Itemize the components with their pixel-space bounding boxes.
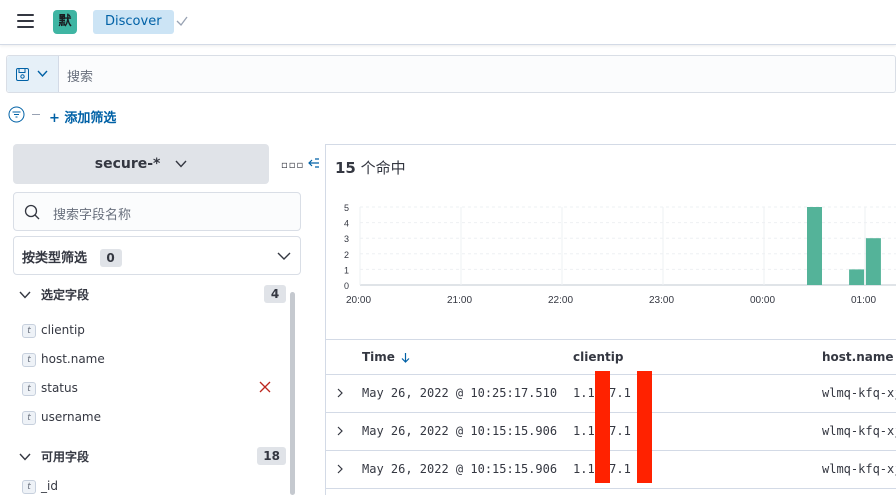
- sidebar-scrollbar[interactable]: [290, 292, 295, 495]
- hits-counter: 15 个命中: [335, 157, 406, 178]
- chevron-down-icon: [19, 453, 31, 461]
- x-tick-label: 01:00: [851, 295, 876, 306]
- string-type-icon: t: [22, 353, 36, 367]
- field-item-status[interactable]: t status: [22, 379, 278, 399]
- y-tick-label: 4: [344, 219, 349, 229]
- field-search-input[interactable]: 搜索字段名称: [13, 192, 301, 231]
- column-header-host-name[interactable]: host.name: [822, 350, 894, 364]
- redaction-mark: [637, 371, 652, 483]
- column-header-clientip[interactable]: clientip: [573, 350, 623, 364]
- x-tick-label: 20:00: [346, 295, 371, 306]
- selected-fields-title: 选定字段: [41, 288, 90, 302]
- string-type-icon: t: [22, 411, 36, 425]
- filter-icon[interactable]: [8, 106, 25, 123]
- cell-host: wlmq-kfq-xj: [822, 462, 896, 476]
- divider: [32, 114, 40, 115]
- x-tick-label: 00:00: [750, 295, 775, 306]
- app-breadcrumb-discover[interactable]: Discover: [93, 10, 174, 34]
- hits-label: 个命中: [355, 159, 406, 177]
- selected-fields-header[interactable]: 选定字段 4: [18, 285, 286, 305]
- sort-down-icon: [401, 352, 410, 363]
- table-header: Time clientip host.name: [326, 339, 896, 375]
- y-tick-label: 5: [344, 203, 349, 213]
- field-name: _id: [41, 479, 58, 493]
- field-item-host-name[interactable]: t host.name: [22, 350, 278, 370]
- filter-by-type-label: 按类型筛选 0: [22, 247, 122, 267]
- histogram-chart[interactable]: 5 4 3 2 1 0 20:00 21:00 22:00 23:00 00:00 01:00: [326, 195, 896, 315]
- space-avatar[interactable]: 默: [53, 10, 77, 34]
- y-tick-label: 1: [344, 265, 349, 275]
- x-tick-label: 23:00: [649, 295, 674, 306]
- x-tick-label: 21:00: [447, 295, 472, 306]
- index-pattern-selector[interactable]: secure-*: [13, 144, 269, 184]
- saved-query-button[interactable]: [7, 56, 59, 92]
- field-search-placeholder: 搜索字段名称: [53, 208, 132, 223]
- y-tick-label: 0: [344, 281, 349, 291]
- chevron-down-icon: [37, 70, 48, 78]
- field-name: username: [41, 410, 101, 424]
- field-item-username[interactable]: t username: [22, 408, 278, 428]
- available-fields-header[interactable]: 可用字段 18: [18, 447, 286, 467]
- index-pattern-label: secure-*: [94, 156, 161, 172]
- histogram-bar[interactable]: [865, 238, 881, 285]
- chevron-down-icon: [19, 291, 31, 299]
- cell-host: wlmq-kfq-xj: [822, 424, 896, 438]
- table-row[interactable]: May 26, 2022 @ 10:15:15.906 1.1 .7.1 wlm…: [326, 413, 896, 451]
- redaction-mark: [595, 371, 610, 483]
- save-icon: [16, 68, 29, 81]
- chevron-right-icon[interactable]: [335, 426, 345, 436]
- table-row[interactable]: May 26, 2022 @ 10:15:15.906 1.1 .7.1 wlm…: [326, 451, 896, 489]
- column-time-label: Time: [362, 350, 395, 364]
- available-fields-title: 可用字段: [41, 450, 90, 464]
- string-type-icon: t: [22, 480, 36, 494]
- results-panel: 15 个命中 5 4 3 2 1 0 20:00 21:00 22:00 23:00 00:00 01…: [325, 144, 896, 495]
- histogram-bar[interactable]: [807, 207, 822, 285]
- y-tick-label: 3: [344, 234, 349, 244]
- add-filter-button[interactable]: + 添加筛选: [49, 107, 116, 126]
- field-sidebar: secure-* ▫▫▫ 搜索字段名称 按类型筛选 0 选定字段 4 t cli…: [0, 140, 320, 495]
- more-options-icon[interactable]: ▫▫▫: [281, 160, 304, 171]
- y-tick-label: 2: [344, 250, 349, 260]
- x-tick-label: 22:00: [548, 295, 573, 306]
- top-header: 默 Discover: [0, 0, 896, 45]
- string-type-icon: t: [22, 382, 36, 396]
- cell-time: May 26, 2022 @ 10:15:15.906: [362, 424, 558, 438]
- histogram-bar[interactable]: [849, 269, 865, 285]
- menu-icon[interactable]: [17, 14, 34, 28]
- field-name: status: [41, 381, 78, 395]
- available-fields-count: 18: [257, 447, 286, 465]
- field-item-clientip[interactable]: t clientip: [22, 321, 278, 341]
- chevron-down-icon: [175, 160, 187, 168]
- cell-time: May 26, 2022 @ 10:15:15.906: [362, 462, 558, 476]
- checkmark-icon: [176, 16, 188, 26]
- cell-time: May 26, 2022 @ 10:25:17.510: [362, 386, 558, 400]
- column-header-time[interactable]: Time: [362, 350, 410, 364]
- chevron-right-icon[interactable]: [335, 388, 345, 398]
- table-row[interactable]: May 26, 2022 @ 10:25:17.510 1.1 .7.1 wlm…: [326, 375, 896, 413]
- chevron-right-icon[interactable]: [335, 464, 345, 474]
- query-bar: 搜索: [6, 55, 896, 93]
- cell-host: wlmq-kfq-xj: [822, 386, 896, 400]
- field-name: host.name: [41, 352, 105, 366]
- collapse-sidebar-icon[interactable]: [304, 155, 320, 171]
- chevron-down-icon: [277, 252, 291, 260]
- hits-count: 15: [335, 159, 356, 177]
- search-input[interactable]: 搜索: [67, 66, 93, 85]
- filter-by-type-text: 按类型筛选: [22, 251, 88, 266]
- type-filter-count: 0: [99, 249, 122, 267]
- remove-field-icon[interactable]: [259, 381, 271, 393]
- field-item-id[interactable]: t _id: [22, 477, 278, 497]
- search-icon: [24, 204, 40, 220]
- field-name: clientip: [41, 323, 85, 337]
- string-type-icon: t: [22, 324, 36, 338]
- filter-by-type-button[interactable]: 按类型筛选 0: [13, 236, 301, 275]
- selected-fields-count: 4: [264, 285, 286, 303]
